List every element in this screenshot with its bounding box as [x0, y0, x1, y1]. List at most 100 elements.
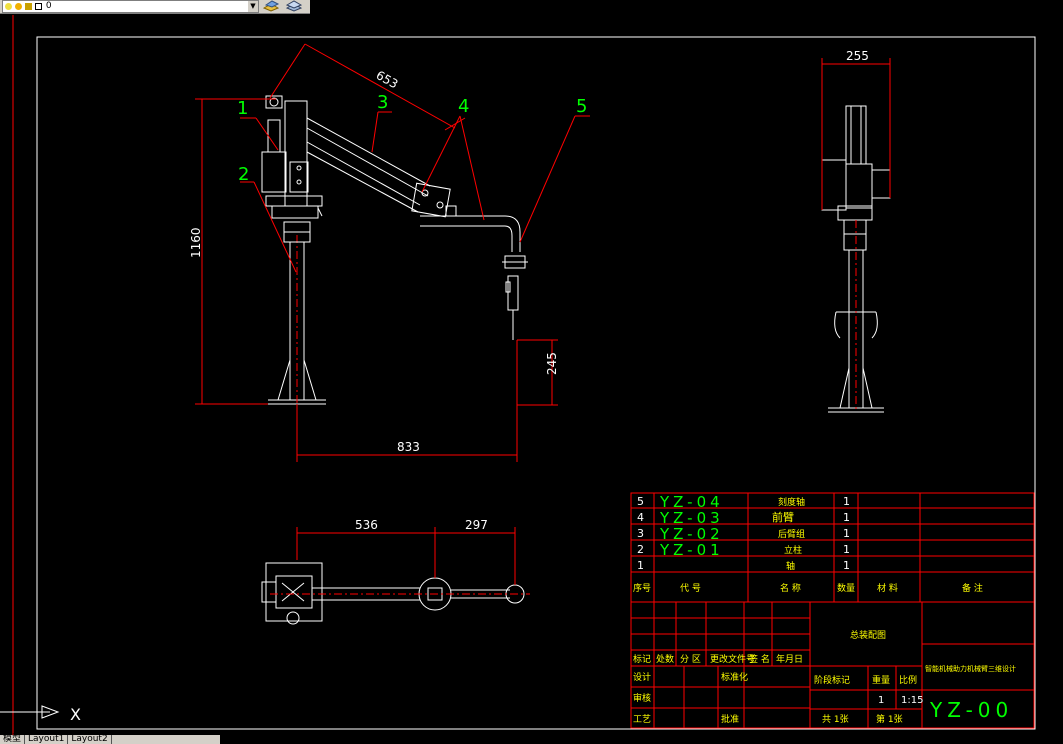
cylinder-rod — [267, 119, 281, 153]
svg-text:年月日: 年月日 — [776, 653, 803, 665]
svg-text:1: 1 — [637, 559, 644, 572]
arm-lower-link-2 — [306, 151, 419, 213]
elbow-clamp — [445, 205, 457, 217]
svg-text:材 料: 材 料 — [877, 582, 898, 594]
side-handle-right — [871, 311, 878, 339]
drawing-number: YZ-00 — [929, 698, 1013, 722]
drawing-canvas[interactable]: 653 1160 833 245 1 2 3 4 5 255 536 297 5… — [0, 13, 1063, 735]
balloon-2: 2 — [238, 164, 249, 185]
dim-536-text: 536 — [355, 518, 378, 532]
leader-3 — [371, 111, 379, 153]
svg-text:1: 1 — [843, 543, 850, 556]
side-gusset-right — [862, 367, 873, 409]
side-dimensions — [821, 58, 891, 412]
svg-text:序号: 序号 — [633, 582, 651, 594]
svg-text:刻度轴: 刻度轴 — [778, 496, 805, 508]
svg-text:审核: 审核 — [633, 692, 651, 704]
right-gusset — [303, 359, 317, 401]
color-swatch-icon — [35, 3, 42, 10]
cylinder-body — [261, 151, 287, 193]
side-gearbox — [821, 159, 847, 211]
head-block — [284, 100, 308, 207]
svg-text:轴: 轴 — [786, 560, 795, 572]
ucs-x-label: X — [70, 705, 81, 724]
svg-text:2: 2 — [637, 543, 644, 556]
bulb-icon[interactable] — [5, 3, 12, 10]
svg-text:阶段标记: 阶段标记 — [814, 674, 850, 686]
svg-text:标准化: 标准化 — [721, 671, 748, 683]
dim-653-ext-1 — [269, 43, 306, 99]
top-knob — [286, 611, 300, 625]
leader-4a — [421, 115, 461, 193]
side-handle-left — [834, 311, 841, 339]
balloon-4: 4 — [458, 96, 469, 117]
tool-body — [507, 275, 519, 311]
side-motor — [871, 169, 891, 199]
svg-text:1: 1 — [843, 527, 850, 540]
layer-previous-icon[interactable] — [262, 0, 280, 12]
front-view — [261, 95, 528, 405]
tab-model[interactable]: 模型 — [0, 735, 26, 744]
side-head — [845, 163, 873, 209]
layer-states-icon[interactable] — [285, 0, 303, 12]
svg-text:后臂组: 后臂组 — [778, 528, 805, 540]
ucs-icon — [0, 705, 60, 719]
dim-1160-text: 1160 — [189, 227, 203, 258]
svg-text:设计: 设计 — [633, 671, 651, 683]
svg-text:工艺: 工艺 — [633, 714, 651, 725]
scale-value: 1:15 — [901, 695, 923, 706]
top-dimensions — [270, 527, 530, 595]
svg-text:备 注: 备 注 — [962, 582, 983, 594]
svg-text:分 区: 分 区 — [680, 654, 701, 665]
svg-text:1: 1 — [843, 511, 850, 524]
svg-text:标记: 标记 — [633, 653, 651, 665]
forearm-bend-inner — [504, 225, 513, 252]
left-gusset — [277, 359, 291, 401]
dim-833-text: 833 — [397, 440, 420, 454]
tab-layout1[interactable]: Layout1 — [25, 735, 69, 744]
tab-layout2[interactable]: Layout2 — [68, 735, 112, 744]
dim-255-text: 255 — [846, 49, 869, 63]
svg-text:前臂: 前臂 — [772, 510, 794, 524]
dim-653-line — [304, 43, 456, 129]
front-dim-texts: 653 1160 833 245 — [189, 68, 559, 454]
dim-245-text: 245 — [545, 352, 559, 375]
turret-bearing — [271, 205, 319, 219]
dim-297-text: 297 — [465, 518, 488, 532]
dim-653-text: 653 — [374, 68, 401, 91]
lock-icon[interactable] — [25, 3, 32, 10]
assembly-title: 总装配图 — [850, 629, 886, 641]
weight-value: 1 — [878, 695, 884, 706]
parts-row: 1 轴 1 — [637, 559, 850, 572]
svg-text:4: 4 — [637, 511, 644, 524]
svg-text:处数: 处数 — [656, 653, 674, 665]
side-cylinder — [845, 105, 867, 165]
svg-text:签 名: 签 名 — [749, 653, 770, 665]
svg-text:1: 1 — [843, 495, 850, 508]
chevron-down-icon[interactable]: ▼ — [248, 1, 258, 12]
inner-border — [36, 36, 1036, 730]
svg-text:5: 5 — [637, 495, 644, 508]
svg-text:批准: 批准 — [721, 713, 739, 725]
parts-header: 序号 代 号 名 称 数量 材 料 备 注 — [633, 582, 983, 594]
sun-icon[interactable] — [15, 3, 22, 10]
svg-text:1: 1 — [843, 559, 850, 572]
svg-text:立柱: 立柱 — [784, 544, 802, 556]
svg-text:数量: 数量 — [837, 582, 855, 594]
layer-dropdown[interactable]: 0 ▼ — [2, 0, 259, 13]
svg-text:名 称: 名 称 — [780, 582, 801, 594]
leader-4b — [459, 115, 485, 221]
elbow-housing — [411, 182, 451, 218]
balloon-5: 5 — [576, 96, 587, 117]
arm-lower-link — [306, 141, 421, 206]
leader-1 — [255, 117, 279, 151]
svg-text:代 号: 代 号 — [680, 583, 701, 594]
balloon-1: 1 — [237, 98, 248, 119]
svg-text:重量: 重量 — [872, 674, 890, 686]
svg-text:3: 3 — [637, 527, 644, 540]
leader-5 — [519, 115, 576, 243]
side-flange — [843, 219, 867, 251]
svg-text:第 1张: 第 1张 — [876, 713, 903, 725]
front-dimensions — [195, 43, 590, 462]
balloon-3: 3 — [377, 92, 388, 113]
